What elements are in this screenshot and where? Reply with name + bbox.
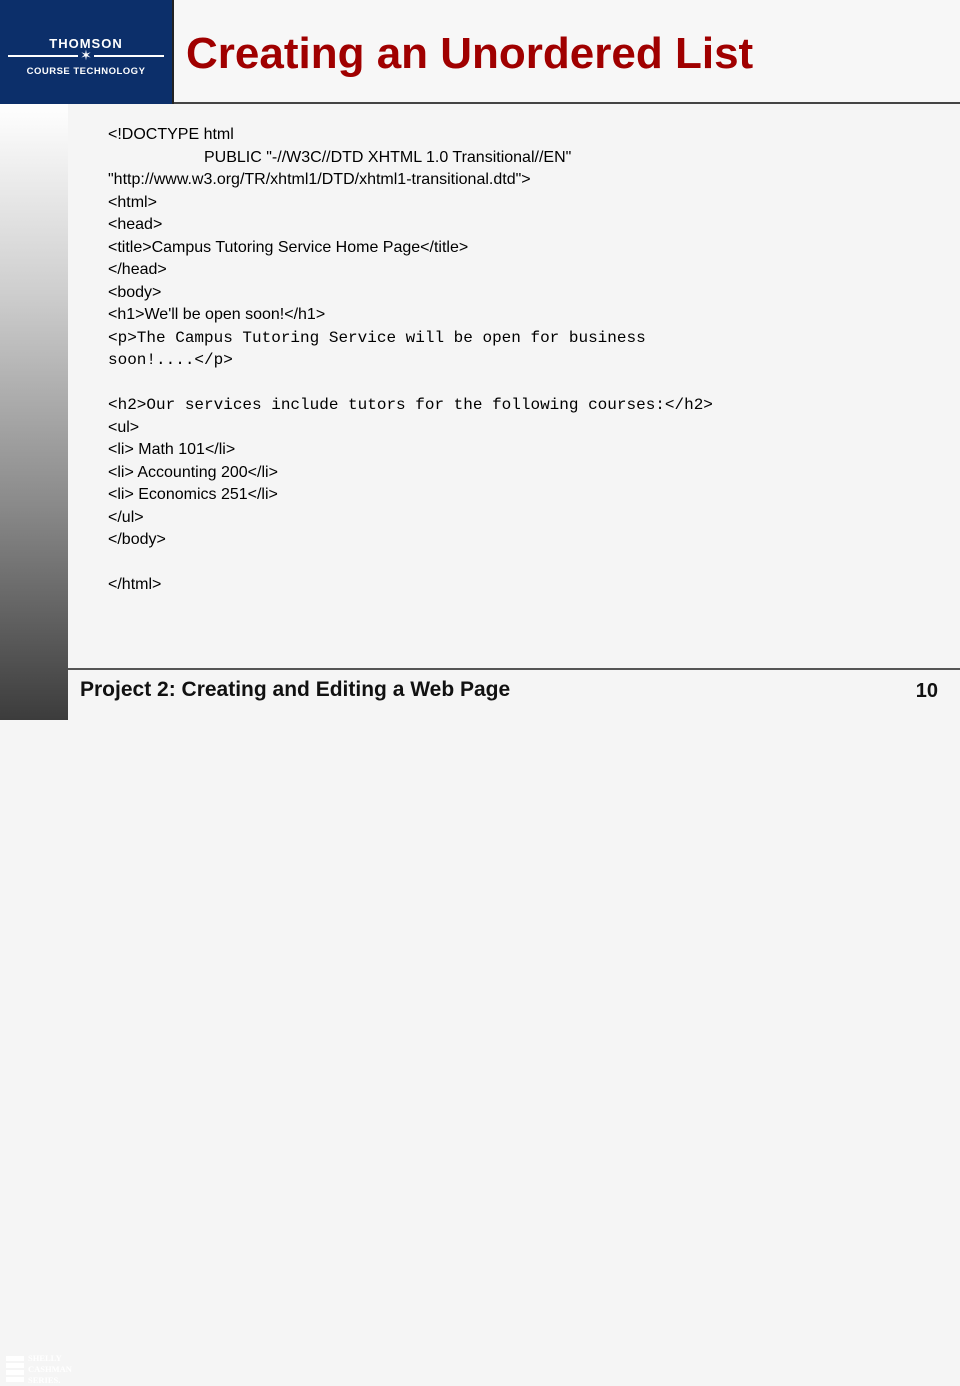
code-line: <title>Campus Tutoring Service Home Page… [108,238,469,256]
code-line: <li> Math 101</li> [108,441,236,458]
code-listing: <!DOCTYPE html PUBLIC "-//W3C//DTD XHTML… [108,124,938,597]
series-text: SHELLY CASHMAN SERIES. [28,1353,72,1386]
code-line: <!DOCTYPE html [108,126,234,143]
code-line: <body> [108,283,162,301]
code-line: <h2>Our services include tutors for the … [108,396,713,414]
left-gradient-bar [0,104,68,720]
series-line-1: SHELLY [28,1353,62,1363]
star-icon: ✶ [78,48,94,62]
code-line: <p>The Campus Tutoring Service will be o… [108,328,646,347]
code-line: <li> Accounting 200</li> [108,463,278,481]
slide-title: Creating an Unordered List [186,29,754,78]
code-line: <html> [108,193,157,211]
code-line: <h1>We'll be open soon!</h1> [108,306,326,323]
code-line: soon!....</p> [108,351,233,369]
logo-bottom-text: COURSE TECHNOLOGY [26,66,146,77]
code-line: </ul> [108,508,144,526]
series-mark-icon [6,1356,24,1382]
code-line: PUBLIC "-//W3C//DTD XHTML 1.0 Transition… [204,148,572,166]
code-line: <ul> [108,418,140,436]
code-line: <head> [108,216,163,233]
series-line-3: SERIES. [28,1375,61,1385]
code-line: </head> [108,261,167,278]
footer-title: Project 2: Creating and Editing a Web Pa… [80,678,511,701]
series-line-2: CASHMAN [28,1364,72,1374]
code-line: "http://www.w3.org/TR/xhtml1/DTD/xhtml1-… [108,171,531,188]
footer-divider [68,668,960,670]
code-line: <li> Economics 251</li> [108,486,278,503]
thomson-logo: THOMSON ✶ COURSE TECHNOLOGY [0,0,174,104]
shelly-cashman-logo: SHELLY CASHMAN SERIES. [0,672,72,1385]
page-number: 10 [915,680,938,702]
code-line: </html> [108,576,162,593]
code-line: </body> [108,531,166,548]
